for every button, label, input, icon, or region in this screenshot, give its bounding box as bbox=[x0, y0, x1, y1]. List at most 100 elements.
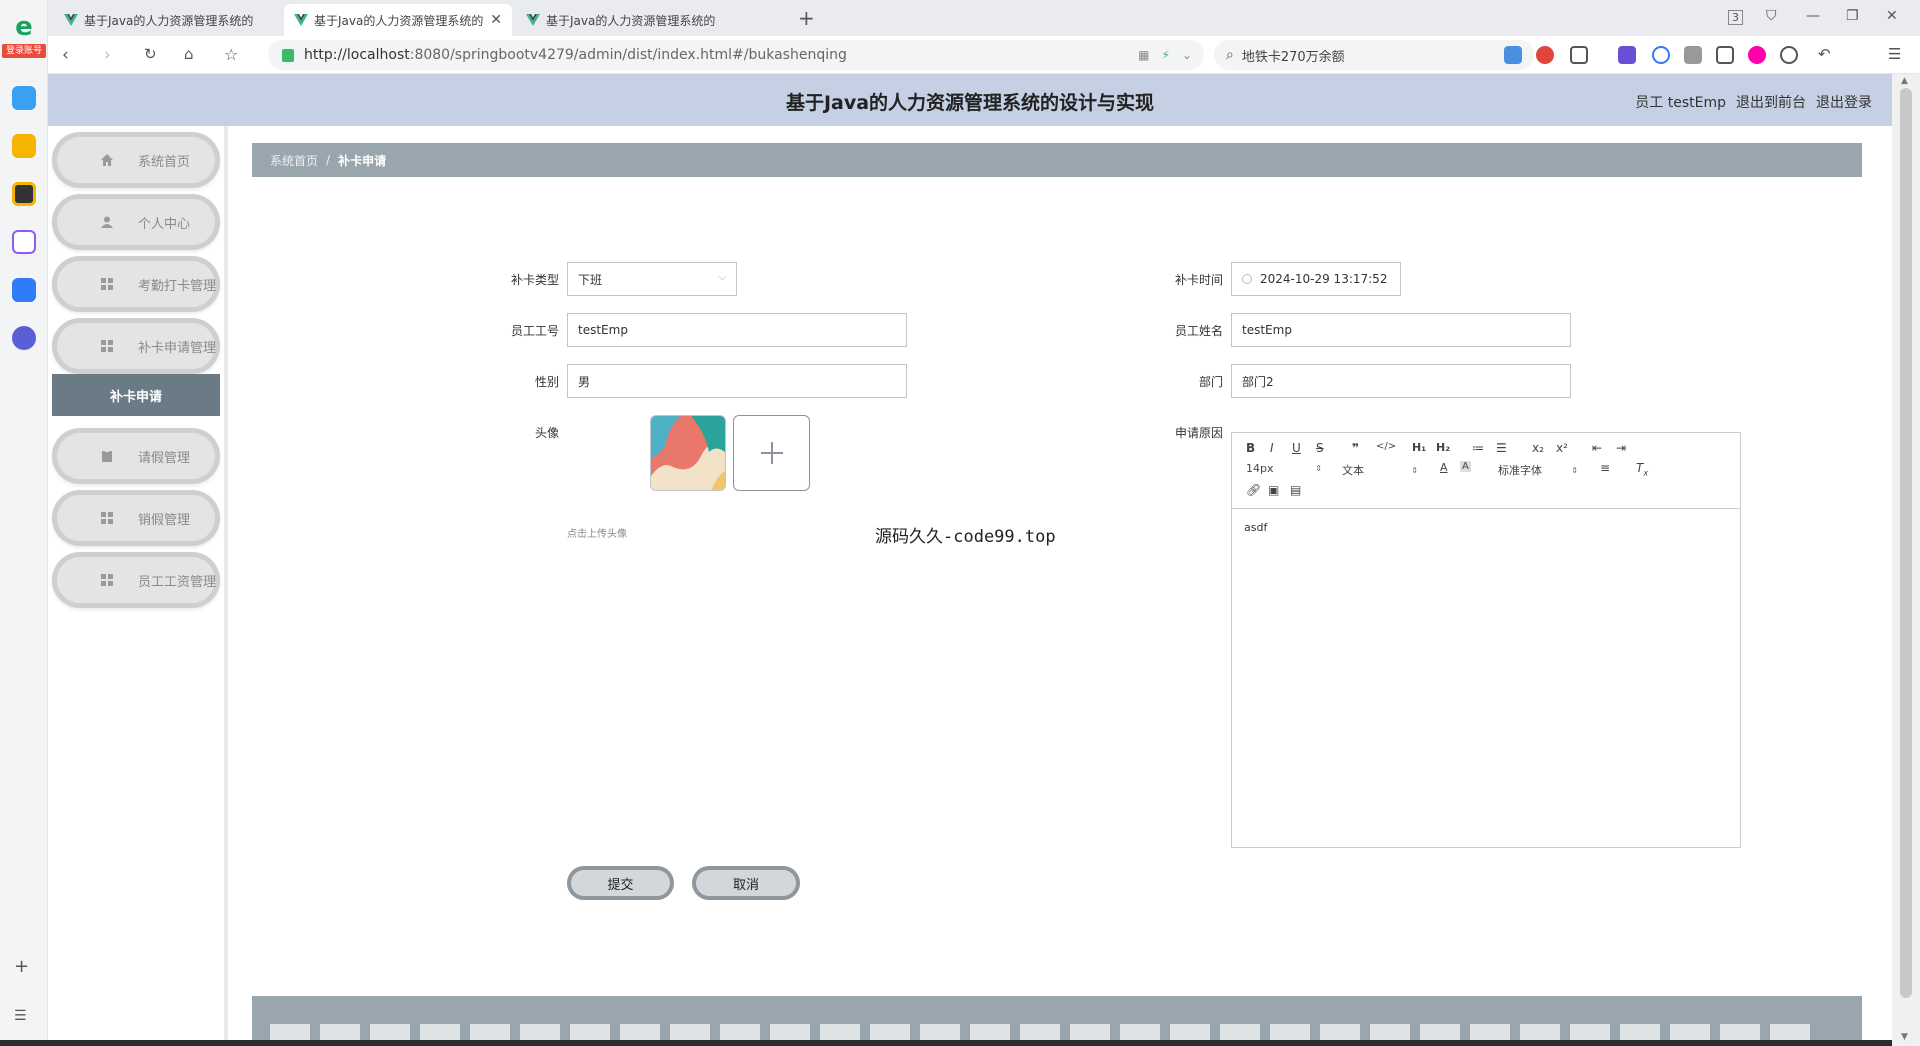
browser-search-box[interactable]: ⌕ 地铁卡270万余额 bbox=[1214, 40, 1534, 70]
back-icon[interactable]: ‹ bbox=[62, 45, 69, 65]
h1-icon[interactable]: H₁ bbox=[1412, 441, 1426, 454]
clear-format-icon[interactable]: Tx bbox=[1636, 461, 1648, 477]
indent-icon[interactable]: ⇥ bbox=[1616, 441, 1626, 455]
scrollbar-thumb[interactable] bbox=[1900, 88, 1912, 998]
time-label: 补卡时间 bbox=[1174, 273, 1223, 287]
scissors-icon[interactable] bbox=[1570, 46, 1588, 64]
block-type-select[interactable]: 文本 ⇕ bbox=[1342, 462, 1418, 478]
blockquote-icon[interactable]: ❞ bbox=[1352, 441, 1359, 455]
sidebar-item-profile[interactable]: 个人中心 bbox=[52, 194, 220, 250]
font-size-select[interactable]: 14px ⇕ bbox=[1246, 462, 1322, 475]
page-scrollbar[interactable]: ▲ ▼ bbox=[1892, 74, 1920, 1046]
image-icon[interactable]: ▣ bbox=[1268, 483, 1279, 497]
weibo-icon[interactable] bbox=[1536, 46, 1554, 64]
bot-app-icon[interactable] bbox=[12, 182, 36, 206]
search-lens-icon[interactable] bbox=[1652, 46, 1670, 64]
browser-tab-active[interactable]: 基于Java的人力资源管理系统的 ✕ bbox=[284, 4, 512, 36]
url-field[interactable]: http://localhost:8080/springbootv4279/ad… bbox=[268, 40, 1204, 70]
lightning-icon[interactable]: ⚡ bbox=[1162, 48, 1170, 62]
scroll-down-icon[interactable]: ▼ bbox=[1901, 1032, 1908, 1042]
reason-rich-editor[interactable]: B I U S ❞ </> H₁ H₂ ≔ ☰ x₂ x² ⇤ ⇥ 14px ⇕ … bbox=[1231, 432, 1741, 848]
h2-icon[interactable]: H₂ bbox=[1436, 441, 1450, 454]
subscript-icon[interactable]: x₂ bbox=[1532, 441, 1544, 455]
favorites-star-icon[interactable] bbox=[12, 134, 36, 158]
align-icon[interactable]: ≡ bbox=[1600, 461, 1610, 475]
editor-content[interactable]: asdf bbox=[1244, 521, 1267, 534]
user-icon bbox=[100, 215, 114, 229]
close-window-icon[interactable]: ✕ bbox=[1886, 8, 1898, 24]
outdent-icon[interactable]: ⇤ bbox=[1592, 441, 1602, 455]
reload-icon[interactable]: ↻ bbox=[144, 45, 157, 63]
qr-icon[interactable]: ▦ bbox=[1138, 48, 1149, 62]
app-launcher-icon[interactable] bbox=[12, 86, 36, 110]
back-to-front-link[interactable]: 退出到前台 bbox=[1736, 92, 1806, 112]
ai-assistant-icon[interactable] bbox=[12, 278, 36, 302]
logout-link[interactable]: 退出登录 bbox=[1816, 92, 1872, 112]
submenu-item-makeup-apply[interactable]: 补卡申请 bbox=[52, 374, 220, 416]
submit-button[interactable]: 提交 bbox=[567, 866, 674, 900]
grid-apps-icon[interactable] bbox=[1716, 46, 1734, 64]
gender-field[interactable]: 男 bbox=[567, 364, 907, 398]
strike-icon[interactable]: S bbox=[1316, 441, 1324, 455]
new-tab-icon[interactable]: + bbox=[798, 6, 815, 30]
home-browser-icon[interactable]: ⌂ bbox=[184, 45, 194, 63]
emp-no-value: testEmp bbox=[578, 323, 628, 337]
sidebar-item-home[interactable]: 系统首页 bbox=[52, 132, 220, 188]
emp-name-field[interactable]: testEmp bbox=[1231, 313, 1571, 347]
link-icon[interactable]: 🔗︎ bbox=[1246, 483, 1261, 497]
superscript-icon[interactable]: x² bbox=[1556, 441, 1568, 455]
breadcrumb-home[interactable]: 系统首页 bbox=[270, 152, 318, 169]
undo-icon[interactable]: ↶ bbox=[1818, 45, 1831, 63]
url-dropdown-icon[interactable]: ⌄ bbox=[1182, 48, 1192, 62]
ai-app-icon[interactable] bbox=[12, 230, 36, 254]
code-icon[interactable]: </> bbox=[1376, 441, 1396, 452]
type-select[interactable]: 下班 ⌵ bbox=[567, 262, 737, 296]
translate-icon[interactable] bbox=[1618, 46, 1636, 64]
font-family-select[interactable]: 标准字体 ⇕ bbox=[1498, 462, 1578, 478]
browser-sidebar: e 登录账号 + ☰ bbox=[0, 0, 48, 1046]
sidebar-item-leave[interactable]: 请假管理 bbox=[52, 428, 220, 484]
bold-icon[interactable]: B bbox=[1246, 441, 1255, 455]
shirt-icon[interactable]: ⛉ bbox=[1766, 8, 1777, 24]
time-picker[interactable]: 2024-10-29 13:17:52 bbox=[1231, 262, 1401, 296]
mail-icon[interactable] bbox=[1504, 46, 1522, 64]
emp-no-field[interactable]: testEmp bbox=[567, 313, 907, 347]
bullet-list-icon[interactable]: ☰ bbox=[1496, 441, 1507, 455]
bookmark-star-icon[interactable]: ☆ bbox=[224, 45, 238, 64]
browser-tab[interactable]: 基于Java的人力资源管理系统的 bbox=[54, 4, 282, 36]
scroll-up-icon[interactable]: ▲ bbox=[1901, 76, 1908, 86]
sidebar-item-salary[interactable]: 员工工资管理 bbox=[52, 552, 220, 608]
add-app-icon[interactable]: + bbox=[14, 956, 29, 977]
extensions-icon[interactable] bbox=[1684, 46, 1702, 64]
avatar-image[interactable] bbox=[650, 415, 726, 491]
sidebar-item-attendance[interactable]: 考勤打卡管理 bbox=[52, 256, 220, 312]
tab-close-icon[interactable]: ✕ bbox=[490, 12, 502, 28]
font-color-icon[interactable]: A bbox=[1440, 461, 1448, 474]
page-title: 基于Java的人力资源管理系统的设计与实现 bbox=[785, 92, 1155, 114]
chat-app-icon[interactable] bbox=[12, 326, 36, 350]
forward-icon[interactable]: › bbox=[104, 45, 111, 65]
video-icon[interactable]: ▤ bbox=[1290, 483, 1301, 497]
avatar-upload-button[interactable] bbox=[733, 415, 810, 491]
browser-menu-icon[interactable]: ☰ bbox=[1888, 45, 1901, 63]
login-badge[interactable]: 登录账号 bbox=[2, 44, 46, 58]
dept-field[interactable]: 部门2 bbox=[1231, 364, 1571, 398]
minimize-icon[interactable]: — bbox=[1806, 8, 1820, 24]
bg-color-icon[interactable]: A bbox=[1460, 461, 1471, 472]
browser-logo-icon[interactable]: e bbox=[10, 14, 38, 40]
sidebar-item-makeup-card[interactable]: 补卡申请管理 bbox=[52, 318, 220, 374]
user-links: 员工 testEmp 退出到前台 退出登录 bbox=[1635, 92, 1872, 112]
cancel-button[interactable]: 取消 bbox=[692, 866, 800, 900]
browser-tab[interactable]: 基于Java的人力资源管理系统的 bbox=[516, 4, 744, 36]
tab-count-badge[interactable]: 3 bbox=[1728, 10, 1743, 25]
underline-icon[interactable]: U bbox=[1292, 441, 1301, 455]
list-menu-icon[interactable]: ☰ bbox=[14, 1008, 27, 1024]
italic-icon[interactable]: I bbox=[1270, 441, 1274, 455]
sidebar-item-cancel-leave[interactable]: 销假管理 bbox=[52, 490, 220, 546]
brightness-icon[interactable] bbox=[1780, 46, 1798, 64]
grid-icon bbox=[100, 277, 114, 291]
ordered-list-icon[interactable]: ≔ bbox=[1472, 441, 1484, 455]
color-wheel-icon[interactable] bbox=[1748, 46, 1766, 64]
restore-icon[interactable]: ❐ bbox=[1846, 8, 1859, 24]
search-icon: ⌕ bbox=[1226, 47, 1234, 63]
